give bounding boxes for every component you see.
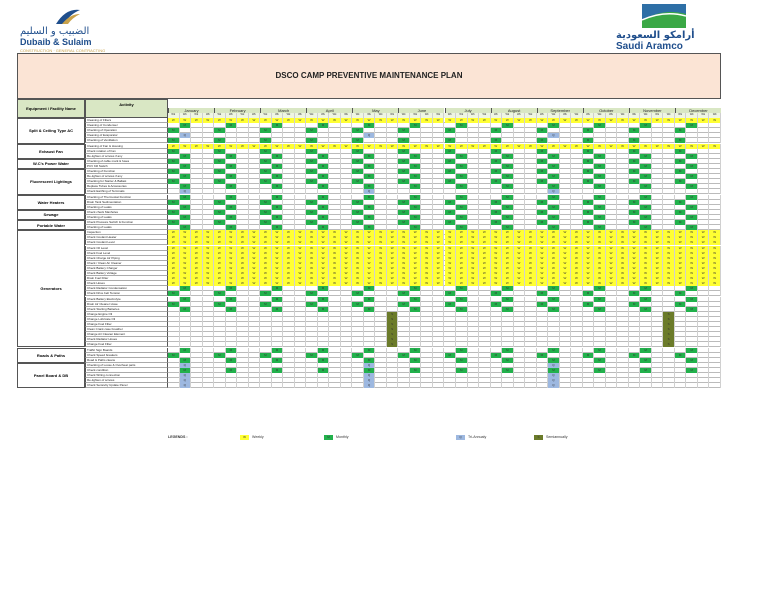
schedule-cell[interactable] xyxy=(421,383,433,389)
schedule-cell[interactable] xyxy=(295,383,307,389)
legend: LEGENDS : W Weekly M Monthly Q Tri-Annualy S Se… xyxy=(168,435,728,443)
title-band: DSCO CAMP PREVENTIVE MAINTENANCE PLAN xyxy=(17,53,721,99)
schedule-cell[interactable] xyxy=(698,383,710,389)
schedule-cell[interactable] xyxy=(283,383,295,389)
schedule-cell[interactable]: Q xyxy=(179,383,192,389)
aramco-emblem-icon xyxy=(642,4,686,28)
schedule-cell[interactable] xyxy=(537,383,549,389)
schedule-cell[interactable] xyxy=(491,383,503,389)
schedule-cell[interactable]: Q xyxy=(363,383,376,389)
legend-text: Semiannually xyxy=(546,435,568,439)
schedule-cell[interactable] xyxy=(468,383,480,389)
schedule-cell[interactable] xyxy=(260,383,272,389)
legend-text: Tri-Annualy xyxy=(468,435,487,439)
schedule-cell[interactable] xyxy=(663,383,675,389)
schedule-cell[interactable] xyxy=(410,383,422,389)
schedule-cell[interactable] xyxy=(629,383,641,389)
activity-label: Check Sensivity Update Panel xyxy=(85,383,168,389)
schedule-cell[interactable] xyxy=(445,383,457,389)
schedule-cell[interactable] xyxy=(387,383,399,389)
schedule-cell[interactable] xyxy=(203,383,215,389)
schedule-cell[interactable] xyxy=(640,383,652,389)
company-emblem-icon xyxy=(56,9,80,24)
equipment-group: Exhaust Fan xyxy=(17,143,85,159)
schedule-cell[interactable] xyxy=(433,383,445,389)
legend-label: LEGENDS : xyxy=(168,435,188,439)
schedule-cell[interactable] xyxy=(686,383,698,389)
equipment-column-header: Equipment / Facility Name xyxy=(17,99,85,118)
schedule-cell[interactable] xyxy=(249,383,261,389)
equipment-group: Portable Water xyxy=(17,220,85,231)
equipment-group: Roads & Paths xyxy=(17,347,85,363)
schedule-cell[interactable] xyxy=(479,383,491,389)
schedule-cell[interactable] xyxy=(652,383,664,389)
equipment-group: W.C's Power Water xyxy=(17,158,85,169)
schedule-cell[interactable] xyxy=(560,383,572,389)
schedule-cell[interactable] xyxy=(168,383,180,389)
equipment-group: Panel Board & DB xyxy=(17,362,85,389)
equipment-group: Generators xyxy=(17,230,85,348)
saudi-aramco-logo: أرامكو السعودية Saudi Aramco xyxy=(612,4,722,52)
right-logo-arabic: أرامكو السعودية xyxy=(616,30,695,41)
schedule-cell[interactable] xyxy=(375,383,387,389)
schedule-cell[interactable] xyxy=(525,383,537,389)
legend-text: Weekly xyxy=(252,435,264,439)
left-logo-latin: Dubaib & Sulaim xyxy=(20,37,92,47)
schedule-cell[interactable] xyxy=(709,383,721,389)
left-logo-arabic: الضبيب و السليم xyxy=(20,26,90,37)
schedule-cell[interactable] xyxy=(606,383,618,389)
schedule-cell[interactable] xyxy=(318,383,330,389)
legend-text: Monthly xyxy=(336,435,349,439)
equipment-group: Fluorescent Lightings xyxy=(17,169,85,195)
schedule-cell[interactable] xyxy=(571,383,583,389)
page-title: DSCO CAMP PREVENTIVE MAINTENANCE PLAN xyxy=(275,71,463,80)
schedule-cell[interactable] xyxy=(456,383,468,389)
schedule-cell[interactable] xyxy=(306,383,318,389)
schedule-cell[interactable] xyxy=(226,383,238,389)
schedule-cell[interactable] xyxy=(214,383,226,389)
maintenance-sheet: DSCO CAMP PREVENTIVE MAINTENANCE PLAN Eq… xyxy=(17,53,721,433)
schedule-cell[interactable] xyxy=(617,383,629,389)
legend-swatch: S xyxy=(534,435,543,440)
schedule-cell[interactable] xyxy=(594,383,606,389)
equipment-group: Water Heaters xyxy=(17,194,85,210)
equipment-group: Sewage xyxy=(17,209,85,220)
schedule-cell[interactable] xyxy=(352,383,364,389)
schedule-cell[interactable] xyxy=(272,383,284,389)
schedule-cell[interactable] xyxy=(329,383,341,389)
dubaib-sulaim-logo: الضبيب و السليم Dubaib & Sulaim CONSTRUC… xyxy=(16,6,112,53)
schedule-cell[interactable] xyxy=(237,383,249,389)
activity-column-header: Activity xyxy=(85,99,168,118)
schedule-cell[interactable] xyxy=(341,383,353,389)
schedule-cell[interactable] xyxy=(191,383,203,389)
schedule-cell[interactable] xyxy=(514,383,526,389)
schedule-row: QQQ xyxy=(168,383,721,389)
legend-swatch: Q xyxy=(456,435,465,440)
schedule-cell[interactable] xyxy=(583,383,595,389)
schedule-cell[interactable]: Q xyxy=(548,383,560,389)
legend-swatch: W xyxy=(240,435,249,440)
schedule-cell[interactable] xyxy=(675,383,687,389)
schedule-cell[interactable] xyxy=(398,383,410,389)
equipment-group: Split & Ceiling Type AC xyxy=(17,118,85,144)
legend-swatch: M xyxy=(324,435,333,440)
schedule-cell[interactable] xyxy=(502,383,514,389)
right-logo-latin: Saudi Aramco xyxy=(616,41,683,52)
